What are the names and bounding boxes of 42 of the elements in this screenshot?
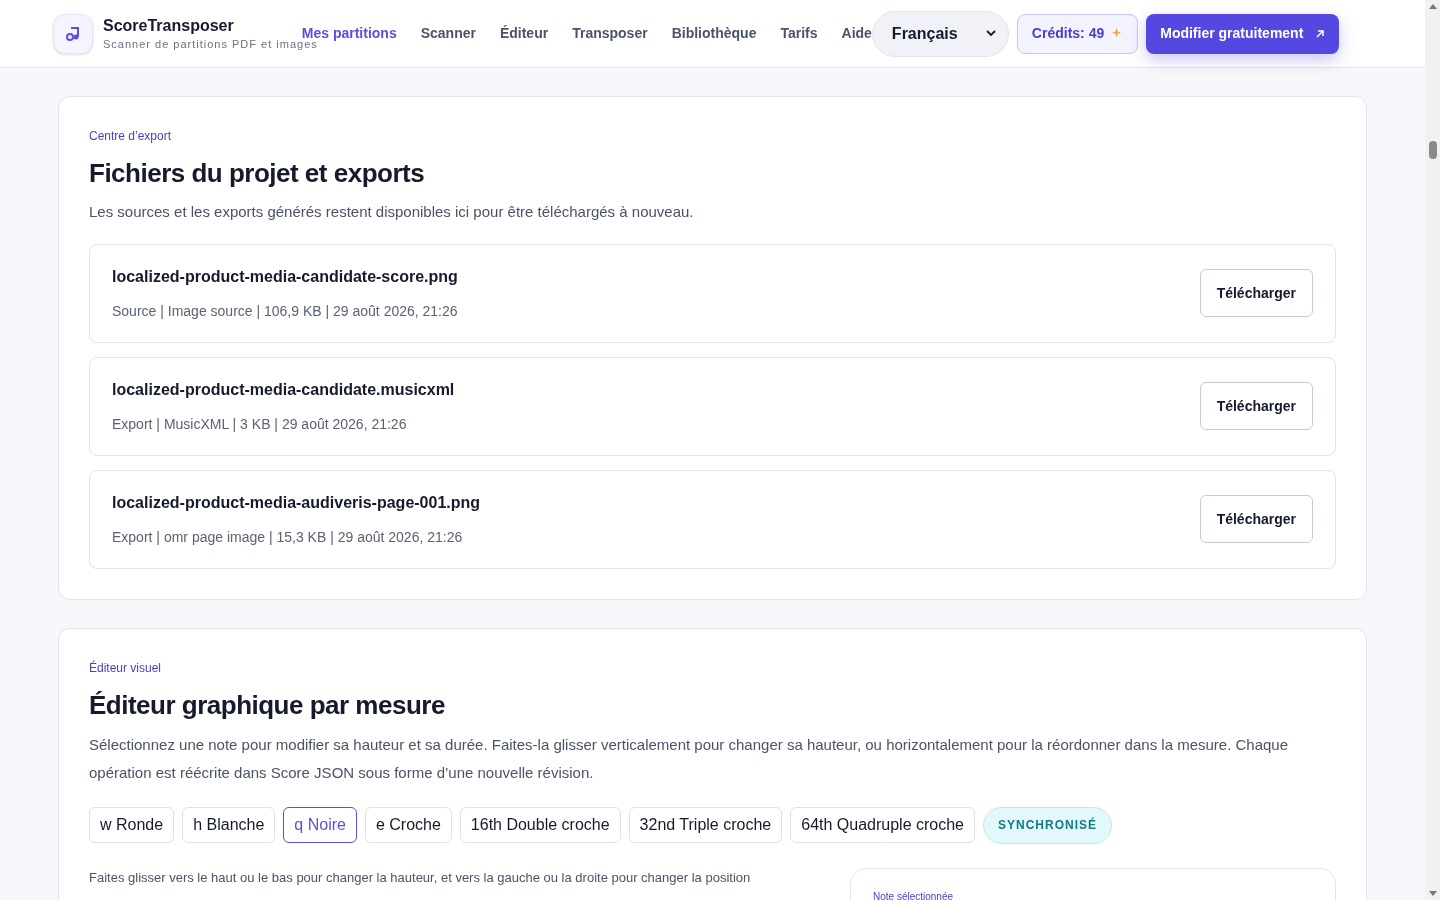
- sync-status-badge: SYNCHRONISÉ: [983, 806, 1113, 844]
- file-name: localized-product-media-audiveris-page-001.png: [112, 492, 481, 513]
- section-title: Éditeur graphique par mesure: [89, 688, 446, 722]
- file-meta: Source | Image source | 106,9 KB | 29 août 2026, 21:26: [112, 301, 458, 321]
- file-meta: Export | MusicXML | 3 KB | 29 août 2026, 21:26: [112, 414, 408, 434]
- language-select[interactable]: Français: [871, 10, 1009, 57]
- duration-chip[interactable]: h Blanche: [182, 807, 276, 843]
- chevron-down-icon: [985, 30, 996, 37]
- edit-free-button[interactable]: Modifier gratuitement: [1146, 13, 1340, 54]
- file-name: localized-product-media-candidate.musicxml: [112, 379, 455, 400]
- scroll-up-icon[interactable]: [1428, 4, 1437, 9]
- duration-chip[interactable]: 32nd Triple croche: [628, 807, 783, 843]
- section-title: Fichiers du projet et exports: [89, 157, 426, 190]
- scroll-down-icon[interactable]: [1428, 891, 1437, 896]
- duration-chip[interactable]: w Ronde: [89, 807, 175, 843]
- duration-chip[interactable]: e Croche: [364, 807, 452, 843]
- nav-link[interactable]: Scanner: [420, 23, 476, 44]
- download-button[interactable]: Télécharger: [1199, 495, 1313, 543]
- duration-chip[interactable]: 64th Quadruple croche: [790, 807, 975, 843]
- nav-link[interactable]: Tarifs: [780, 23, 818, 44]
- card-eyebrow: Note sélectionnée: [873, 890, 954, 900]
- section-eyebrow: Éditeur visuel: [89, 659, 163, 677]
- download-button[interactable]: Télécharger: [1199, 382, 1313, 430]
- nav-link[interactable]: Transposer: [572, 23, 648, 44]
- nav-link[interactable]: Éditeur: [499, 23, 549, 44]
- section-eyebrow: Centre d’export: [89, 128, 173, 145]
- sparkle-icon: [1112, 28, 1124, 39]
- scroll-thumb[interactable]: [1428, 141, 1437, 159]
- section-description: Sélectionnez une note pour modifier sa hauteur et sa durée. Faites-la glisser verticalement pour changer sa hauteur, ou horizontalement pour la réordonner dans la mesure. Chaque opération est réécrite dans Score JSON sous forme d’une nouvelle révision.: [89, 734, 1290, 783]
- logo-icon[interactable]: [53, 13, 93, 54]
- duration-chip[interactable]: 16th Double croche: [459, 807, 621, 843]
- credits-button[interactable]: Crédits: 49: [1016, 13, 1139, 54]
- file-name: localized-product-media-candidate-score.png: [112, 266, 458, 287]
- nav-link[interactable]: Aide: [841, 23, 872, 44]
- section-description: Les sources et les exports générés restent disponibles ici pour être téléchargés à nouveau.: [89, 202, 695, 222]
- external-arrow-icon: [1315, 28, 1326, 39]
- brand-tagline: Scanner de partitions PDF et images: [103, 37, 318, 52]
- duration-chip[interactable]: q Noire: [283, 807, 357, 843]
- nav-link[interactable]: Bibliothèque: [671, 23, 757, 44]
- download-button[interactable]: Télécharger: [1199, 269, 1313, 317]
- drag-hint: Faites glisser vers le haut ou le bas pour changer la hauteur, et vers la gauche ou la droite pour changer la position: [89, 868, 752, 887]
- file-meta: Export | omr page image | 15,3 KB | 29 août 2026, 21:26: [112, 527, 464, 547]
